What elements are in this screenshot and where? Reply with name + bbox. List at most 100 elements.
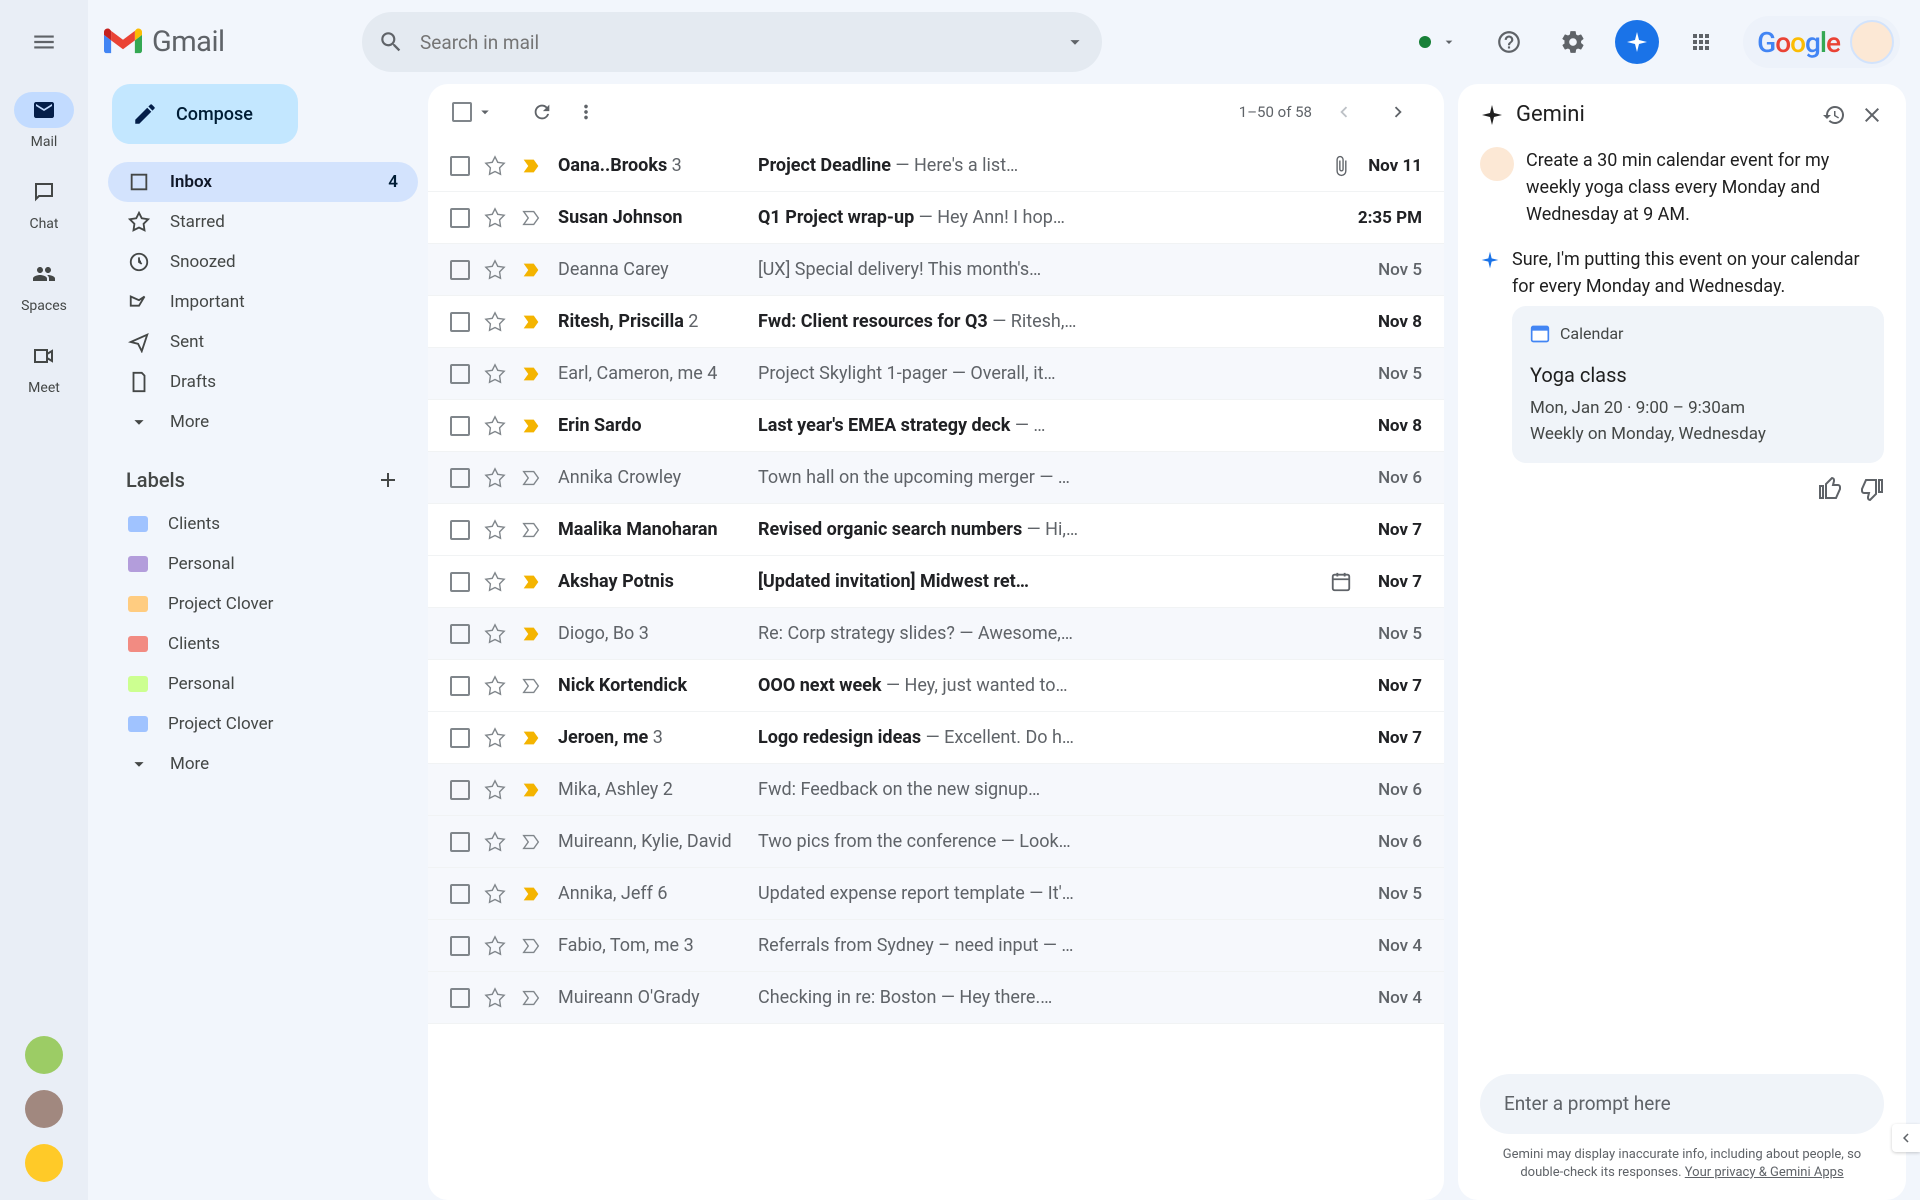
label-item[interactable]: Personal [108,664,418,704]
label-item[interactable]: Clients [108,624,418,664]
star-icon[interactable] [484,363,506,385]
star-icon[interactable] [484,415,506,437]
mail-checkbox[interactable] [450,780,470,800]
rail-avatar-1[interactable] [25,1036,63,1074]
select-dropdown-icon[interactable] [476,103,494,121]
important-icon[interactable] [520,259,542,281]
important-icon[interactable] [520,883,542,905]
rail-mail[interactable]: Mail [14,92,74,150]
compose-button[interactable]: Compose [112,84,298,144]
mail-row[interactable]: Muireann, Kylie, David Two pics from the… [428,816,1444,868]
rail-meet[interactable]: Meet [14,338,74,396]
star-icon[interactable] [484,883,506,905]
refresh-button[interactable] [520,90,564,134]
mail-row[interactable]: Earl, Cameron, me 4 Project Skylight 1-p… [428,348,1444,400]
mail-row[interactable]: Maalika Manoharan Revised organic search… [428,504,1444,556]
mail-row[interactable]: Deanna Carey [UX] Special delivery! This… [428,244,1444,296]
mail-row[interactable]: Jeroen, me 3 Logo redesign ideas — Excel… [428,712,1444,764]
mail-row[interactable]: Susan Johnson Q1 Project wrap-up — Hey A… [428,192,1444,244]
mail-row[interactable]: Ritesh, Priscilla 2 Fwd: Client resource… [428,296,1444,348]
select-all-checkbox[interactable] [452,102,472,122]
search-dropdown-icon[interactable] [1064,31,1086,53]
add-label-button[interactable] [376,468,400,492]
mail-checkbox[interactable] [450,624,470,644]
star-icon[interactable] [484,987,506,1009]
mail-checkbox[interactable] [450,572,470,592]
account-avatar[interactable] [1850,20,1894,64]
mail-checkbox[interactable] [450,364,470,384]
star-icon[interactable] [484,519,506,541]
mail-row[interactable]: Fabio, Tom, me 3 Referrals from Sydney –… [428,920,1444,972]
important-icon[interactable] [520,779,542,801]
label-item[interactable]: Project Clover [108,704,418,744]
mail-checkbox[interactable] [450,208,470,228]
mail-checkbox[interactable] [450,520,470,540]
label-item[interactable]: Clients [108,504,418,544]
nav-more[interactable]: More [108,402,418,442]
important-icon[interactable] [520,571,542,593]
star-icon[interactable] [484,675,506,697]
mail-row[interactable]: Akshay Potnis [Updated invitation] Midwe… [428,556,1444,608]
mail-checkbox[interactable] [450,468,470,488]
important-icon[interactable] [520,623,542,645]
mail-row[interactable]: Erin Sardo Last year's EMEA strategy dec… [428,400,1444,452]
important-icon[interactable] [520,727,542,749]
thumbs-down-button[interactable] [1860,477,1884,501]
mail-checkbox[interactable] [450,416,470,436]
star-icon[interactable] [484,935,506,957]
rail-spaces[interactable]: Spaces [14,256,74,314]
star-icon[interactable] [484,779,506,801]
star-icon[interactable] [484,727,506,749]
nav-important[interactable]: Important [108,282,418,322]
next-page-button[interactable] [1376,90,1420,134]
mail-checkbox[interactable] [450,884,470,904]
search-input[interactable] [420,31,1064,54]
important-icon[interactable] [520,415,542,437]
star-icon[interactable] [484,623,506,645]
mail-checkbox[interactable] [450,156,470,176]
nav-snoozed[interactable]: Snoozed [108,242,418,282]
important-icon[interactable] [520,155,542,177]
mail-checkbox[interactable] [450,988,470,1008]
label-item[interactable]: Personal [108,544,418,584]
mail-row[interactable]: Oana..Brooks 3 Project Deadline — Here's… [428,140,1444,192]
important-icon[interactable] [520,987,542,1009]
mail-checkbox[interactable] [450,728,470,748]
brand[interactable]: Gmail [104,25,342,59]
nav-sent[interactable]: Sent [108,322,418,362]
prev-page-button[interactable] [1322,90,1366,134]
star-icon[interactable] [484,831,506,853]
star-icon[interactable] [484,155,506,177]
mail-row[interactable]: Annika Crowley Town hall on the upcoming… [428,452,1444,504]
gemini-button[interactable] [1615,20,1659,64]
search-bar[interactable] [362,12,1102,72]
rail-chat[interactable]: Chat [14,174,74,232]
settings-button[interactable] [1551,20,1595,64]
mail-row[interactable]: Diogo, Bo 3 Re: Corp strategy slides? — … [428,608,1444,660]
important-icon[interactable] [520,935,542,957]
star-icon[interactable] [484,207,506,229]
mail-row[interactable]: Mika, Ashley 2 Fwd: Feedback on the new … [428,764,1444,816]
important-icon[interactable] [520,207,542,229]
gemini-prompt-input[interactable]: Enter a prompt here [1480,1074,1884,1134]
nav-inbox[interactable]: Inbox4 [108,162,418,202]
star-icon[interactable] [484,571,506,593]
calendar-card[interactable]: Calendar Yoga class Mon, Jan 20 · 9:00 –… [1512,306,1884,463]
label-item[interactable]: More [108,744,418,784]
mail-checkbox[interactable] [450,936,470,956]
mail-checkbox[interactable] [450,676,470,696]
main-menu-button[interactable] [16,14,72,70]
important-icon[interactable] [520,675,542,697]
label-item[interactable]: Project Clover [108,584,418,624]
star-icon[interactable] [484,259,506,281]
important-icon[interactable] [520,467,542,489]
mail-checkbox[interactable] [450,312,470,332]
star-icon[interactable] [484,311,506,333]
privacy-link[interactable]: Your privacy & Gemini Apps [1685,1165,1844,1180]
rail-avatar-3[interactable] [25,1144,63,1182]
important-icon[interactable] [520,831,542,853]
apps-button[interactable] [1679,20,1723,64]
important-icon[interactable] [520,311,542,333]
mail-row[interactable]: Muireann O'Grady Checking in re: Boston … [428,972,1444,1024]
mail-checkbox[interactable] [450,260,470,280]
